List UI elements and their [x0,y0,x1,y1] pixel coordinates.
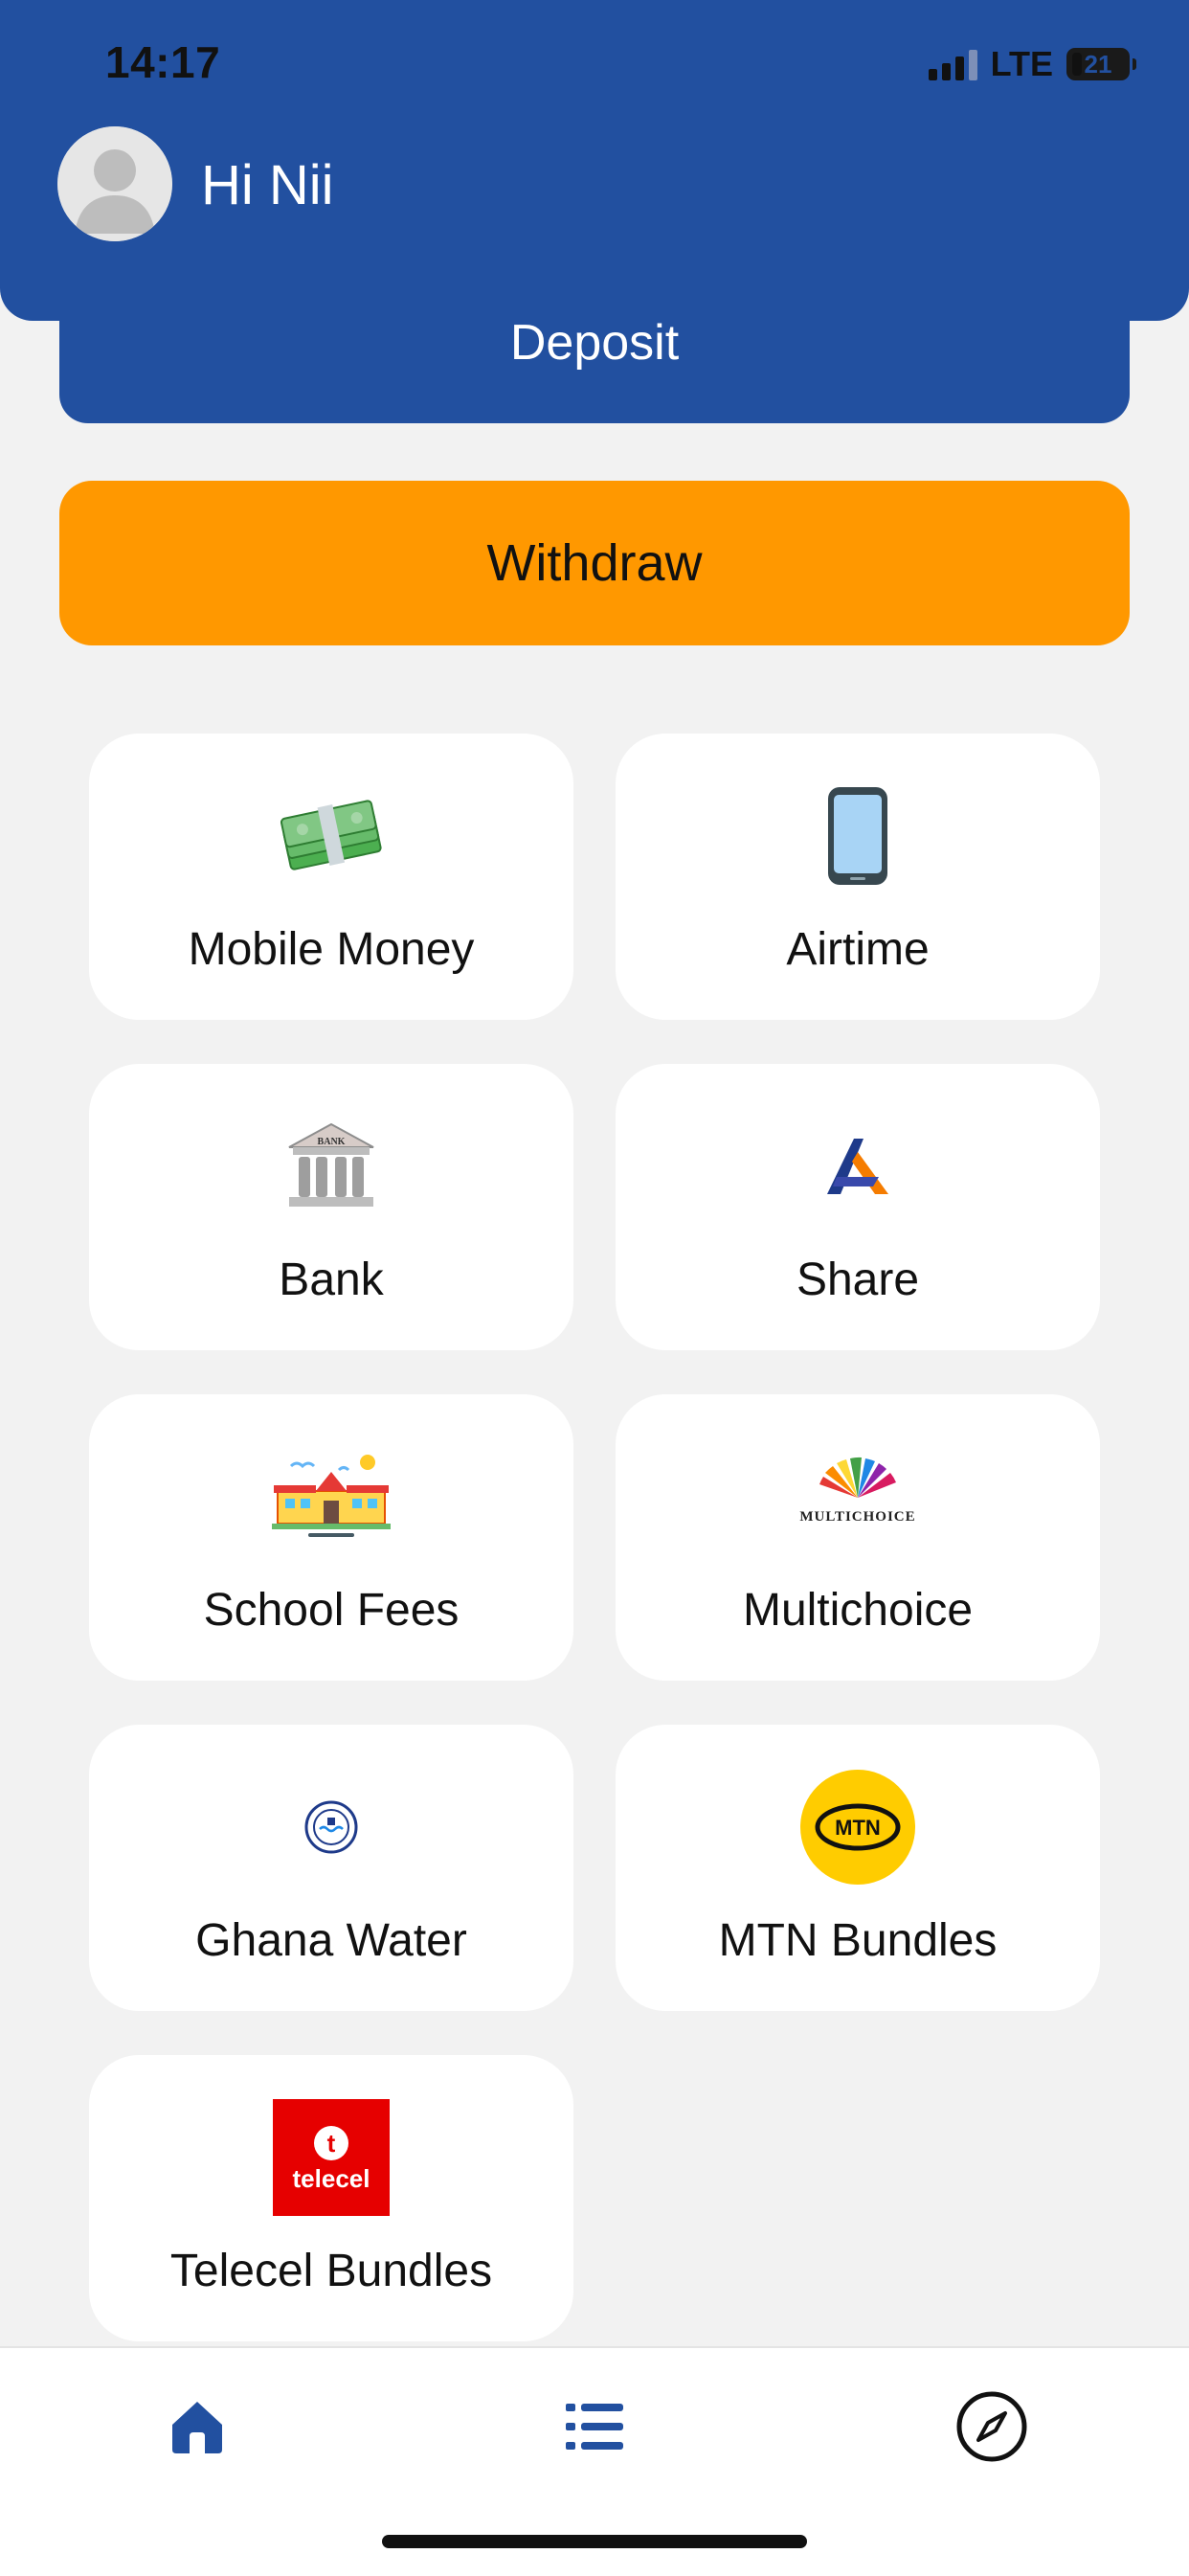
smartphone-icon [798,783,917,889]
service-label: Multichoice [742,1585,974,1636]
deposit-label: Deposit [509,315,680,371]
service-label: MTN Bundles [718,1915,998,1966]
battery-icon: 21 [1066,48,1136,80]
school-building-icon [272,1444,391,1549]
app-header: 14:17 LTE 21 Hi Nii [0,0,1189,321]
signal-icon [928,48,977,80]
service-card-mobile-money[interactable]: Mobile Money [89,734,573,1020]
service-card-ghana-water[interactable]: Ghana Water [89,1725,573,2011]
home-icon[interactable] [159,2388,236,2465]
svg-text:BANK: BANK [318,1137,346,1147]
svg-text:MTN: MTN [835,1816,881,1840]
service-card-school-fees[interactable]: School Fees [89,1394,573,1681]
network-type: LTE [990,44,1053,83]
service-label: School Fees [203,1585,460,1636]
status-time: 14:17 [105,37,221,87]
service-card-mtn-bundles[interactable]: MTN MTN Bundles [616,1725,1100,2011]
service-label: Ghana Water [195,1915,467,1966]
svg-text:MULTICHOICE: MULTICHOICE [799,1509,915,1525]
user-avatar-icon[interactable] [57,126,172,241]
service-card-telecel-bundles[interactable]: t telecel Telecel Bundles [89,2055,573,2341]
service-label: Airtime [786,924,930,975]
telecel-logo-icon: t telecel [272,2099,391,2216]
cash-stack-icon [272,783,391,889]
service-label: Telecel Bundles [169,2246,493,2296]
greeting-text: Hi Nii [201,154,334,216]
svg-text:t: t [327,2129,336,2158]
compass-icon[interactable] [953,2388,1030,2465]
withdraw-button[interactable]: Withdraw [59,481,1130,645]
status-indicators: LTE 21 [928,44,1136,84]
services-grid: Mobile Money Airtime BANK Bank Share Sch… [89,734,1100,2341]
ghana-water-logo-icon [272,1774,391,1880]
mtn-logo-icon: MTN [798,1770,917,1885]
svg-text:telecel: telecel [293,2164,370,2193]
share-logo-icon [798,1114,917,1219]
service-label: Share [796,1254,920,1305]
service-label: Bank [279,1254,384,1305]
withdraw-label: Withdraw [486,534,703,592]
multichoice-logo-icon: MULTICHOICE [798,1444,917,1549]
service-card-bank[interactable]: BANK Bank [89,1064,573,1350]
service-label: Mobile Money [188,924,475,975]
service-card-airtime[interactable]: Airtime [616,734,1100,1020]
list-icon[interactable] [556,2388,633,2465]
service-card-share[interactable]: Share [616,1064,1100,1350]
bank-building-icon: BANK [272,1114,391,1219]
service-card-multichoice[interactable]: MULTICHOICE Multichoice [616,1394,1100,1681]
home-indicator [382,2535,807,2548]
battery-level: 21 [1084,49,1112,79]
